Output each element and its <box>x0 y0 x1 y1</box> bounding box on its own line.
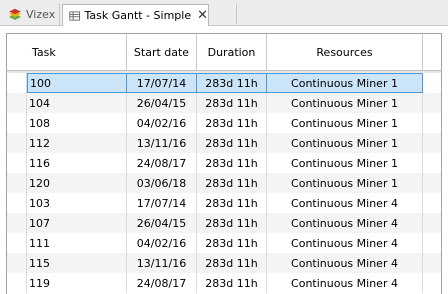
table-row[interactable]: 116 24/08/17 283d 11h Continuous Miner 1 <box>7 153 441 173</box>
table-header: Task Start date Duration Resources <box>7 34 441 71</box>
cell-task[interactable]: 107 <box>27 213 127 233</box>
cell-resources[interactable]: Continuous Miner 1 <box>267 153 423 173</box>
row-selector[interactable] <box>7 273 27 293</box>
row-selector[interactable] <box>7 173 27 193</box>
cell-duration[interactable]: 283d 11h <box>197 193 267 213</box>
column-header-resources[interactable]: Resources <box>267 34 423 70</box>
cell-task[interactable]: 111 <box>27 233 127 253</box>
table-row[interactable]: 111 04/02/16 283d 11h Continuous Miner 4 <box>7 233 441 253</box>
row-selector[interactable] <box>7 253 27 273</box>
cell-task[interactable]: 115 <box>27 253 127 273</box>
table-row[interactable]: 107 26/04/15 283d 11h Continuous Miner 4 <box>7 213 441 233</box>
cell-duration[interactable]: 283d 11h <box>197 73 267 93</box>
tab-vizex[interactable]: Vizex <box>2 4 60 25</box>
cell-start-date[interactable]: 24/08/17 <box>127 153 197 173</box>
cell-duration[interactable]: 283d 11h <box>197 253 267 273</box>
cell-start-date[interactable]: 26/04/15 <box>127 213 197 233</box>
cell-resources[interactable]: Continuous Miner 4 <box>267 193 423 213</box>
cell-duration[interactable]: 283d 11h <box>197 273 267 293</box>
layers-icon <box>9 8 21 20</box>
cell-duration[interactable]: 283d 11h <box>197 113 267 133</box>
cell-task[interactable]: 119 <box>27 273 127 293</box>
cell-duration[interactable]: 283d 11h <box>197 213 267 233</box>
table-row[interactable]: 115 13/11/16 283d 11h Continuous Miner 4 <box>7 253 441 273</box>
cell-start-date[interactable]: 24/08/17 <box>127 273 197 293</box>
row-selector[interactable] <box>7 153 27 173</box>
cell-task[interactable]: 100 <box>27 73 127 93</box>
cell-resources[interactable]: Continuous Miner 4 <box>267 273 423 293</box>
cell-task[interactable]: 108 <box>27 113 127 133</box>
cell-duration[interactable]: 283d 11h <box>197 93 267 113</box>
tab-divider <box>236 4 237 24</box>
cell-resources[interactable]: Continuous Miner 1 <box>267 113 423 133</box>
cell-start-date[interactable]: 17/07/14 <box>127 73 197 93</box>
table-row[interactable]: 103 17/07/14 283d 11h Continuous Miner 4 <box>7 193 441 213</box>
cell-resources[interactable]: Continuous Miner 4 <box>267 213 423 233</box>
table-icon <box>69 10 81 21</box>
cell-duration[interactable]: 283d 11h <box>197 153 267 173</box>
cell-resources[interactable]: Continuous Miner 1 <box>267 173 423 193</box>
cell-duration[interactable]: 283d 11h <box>197 133 267 153</box>
cell-duration[interactable]: 283d 11h <box>197 233 267 253</box>
tab-task-gantt[interactable]: Task Gantt - Simple ✕ <box>62 4 209 26</box>
cell-task[interactable]: 104 <box>27 93 127 113</box>
cell-resources[interactable]: Continuous Miner 1 <box>267 133 423 153</box>
cell-start-date[interactable]: 13/11/16 <box>127 253 197 273</box>
row-selector[interactable] <box>7 213 27 233</box>
close-icon[interactable]: ✕ <box>197 9 208 22</box>
cell-resources[interactable]: Continuous Miner 4 <box>267 233 423 253</box>
row-selector[interactable] <box>7 133 27 153</box>
tab-bar: Vizex Task Gantt - Simple ✕ <box>0 0 448 26</box>
cell-start-date[interactable]: 04/02/16 <box>127 113 197 133</box>
column-header-start-date[interactable]: Start date <box>127 34 197 70</box>
cell-start-date[interactable]: 03/06/18 <box>127 173 197 193</box>
row-selector[interactable] <box>7 233 27 253</box>
cell-resources[interactable]: Continuous Miner 1 <box>267 73 423 93</box>
cell-start-date[interactable]: 17/07/14 <box>127 193 197 213</box>
table-row[interactable]: 108 04/02/16 283d 11h Continuous Miner 1 <box>7 113 441 133</box>
cell-task[interactable]: 112 <box>27 133 127 153</box>
row-selector[interactable] <box>7 73 27 93</box>
tab-vizex-label: Vizex <box>26 8 56 21</box>
table-row[interactable]: 104 26/04/15 283d 11h Continuous Miner 1 <box>7 93 441 113</box>
cell-task[interactable]: 103 <box>27 193 127 213</box>
cell-resources[interactable]: Continuous Miner 4 <box>267 253 423 273</box>
row-selector[interactable] <box>7 93 27 113</box>
tab-task-gantt-label: Task Gantt - Simple <box>84 9 192 22</box>
cell-start-date[interactable]: 04/02/16 <box>127 233 197 253</box>
table-row[interactable]: 100 17/07/14 283d 11h Continuous Miner 1 <box>7 73 441 93</box>
cell-start-date[interactable]: 13/11/16 <box>127 133 197 153</box>
task-table: Task Start date Duration Resources 100 1… <box>6 33 442 294</box>
row-header-corner[interactable] <box>7 34 27 70</box>
cell-task[interactable]: 120 <box>27 173 127 193</box>
cell-task[interactable]: 116 <box>27 153 127 173</box>
table-row[interactable]: 120 03/06/18 283d 11h Continuous Miner 1 <box>7 173 441 193</box>
table-row[interactable]: 112 13/11/16 283d 11h Continuous Miner 1 <box>7 133 441 153</box>
row-selector[interactable] <box>7 193 27 213</box>
table-row[interactable]: 119 24/08/17 283d 11h Continuous Miner 4 <box>7 273 441 293</box>
cell-duration[interactable]: 283d 11h <box>197 173 267 193</box>
column-header-duration[interactable]: Duration <box>197 34 267 70</box>
cell-start-date[interactable]: 26/04/15 <box>127 93 197 113</box>
row-selector[interactable] <box>7 113 27 133</box>
column-header-task[interactable]: Task <box>27 34 127 70</box>
cell-resources[interactable]: Continuous Miner 1 <box>267 93 423 113</box>
